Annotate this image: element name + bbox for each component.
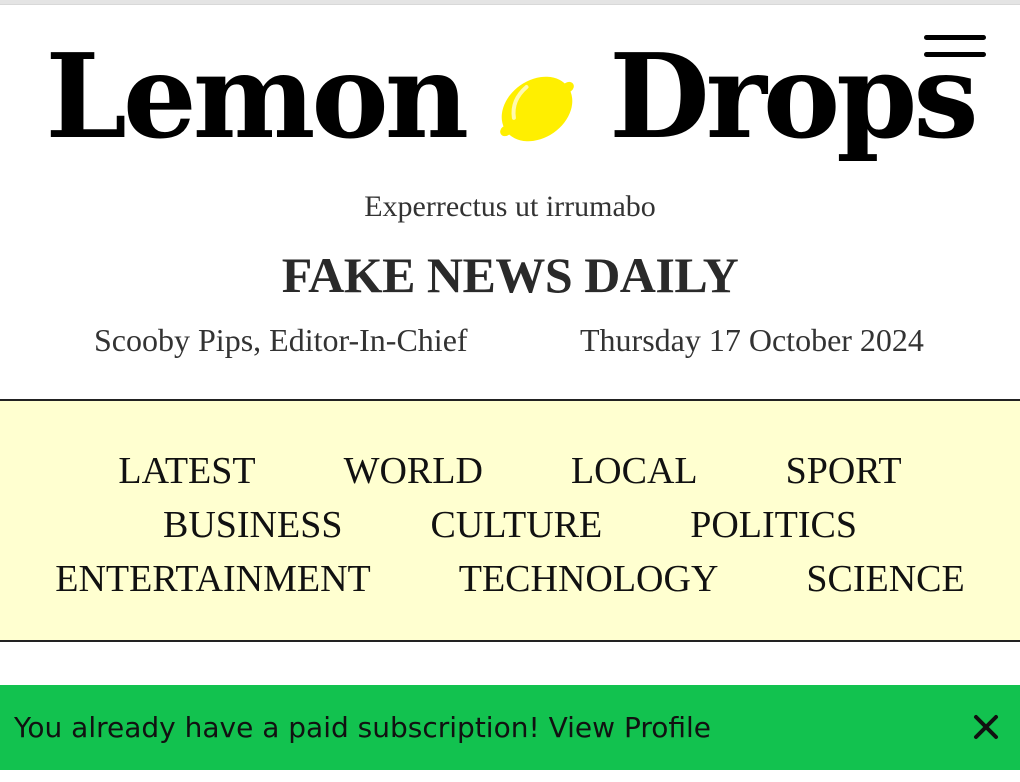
byline: Scooby Pips, Editor-In-Chief Thursday 17… (0, 322, 1020, 362)
nav-row: BUSINESS CULTURE POLITICS (0, 503, 1020, 547)
nav-item-entertainment[interactable]: ENTERTAINMENT (55, 557, 371, 601)
nav-item-technology[interactable]: TECHNOLOGY (459, 557, 719, 601)
brand-title-right: Drops (609, 29, 978, 165)
tagline: Experrectus ut irrumabo (364, 190, 656, 223)
nav-item-culture[interactable]: CULTURE (430, 503, 602, 547)
nav-item-local[interactable]: LOCAL (571, 449, 698, 493)
section-nav: LATEST WORLD LOCAL SPORT BUSINESS CULTUR… (0, 399, 1020, 642)
nav-row: ENTERTAINMENT TECHNOLOGY SCIENCE (0, 557, 1020, 601)
top-rule (0, 0, 1020, 5)
lemon-icon (491, 63, 583, 155)
publication-headline: FAKE NEWS DAILY (281, 247, 739, 303)
close-icon[interactable] (972, 713, 1000, 741)
editor-name: Scooby Pips, Editor-In-Chief (94, 322, 468, 358)
masthead: Lemon Drops (0, 22, 1020, 172)
nav-item-sport[interactable]: SPORT (786, 449, 902, 493)
menu-bar (924, 52, 986, 57)
banner-message-text: You already have a paid subscription! (14, 711, 540, 744)
brand-logo[interactable]: Lemon Drops (45, 29, 978, 165)
menu-bar (924, 35, 986, 40)
nav-item-politics[interactable]: POLITICS (690, 503, 857, 547)
nav-item-latest[interactable]: LATEST (118, 449, 255, 493)
page: Lemon Drops Experrectus ut irrumabo FAKE… (0, 0, 1020, 782)
brand-title-left: Lemon (45, 29, 469, 165)
nav-item-business[interactable]: BUSINESS (163, 503, 343, 547)
view-profile-link[interactable]: View Profile (549, 711, 711, 744)
nav-item-science[interactable]: SCIENCE (806, 557, 964, 601)
nav-item-world[interactable]: WORLD (344, 449, 483, 493)
banner-message: You already have a paid subscription! Vi… (14, 711, 711, 744)
hamburger-menu-icon[interactable] (924, 32, 986, 64)
publication-date: Thursday 17 October 2024 (580, 322, 924, 358)
nav-row: LATEST WORLD LOCAL SPORT (0, 449, 1020, 493)
subscription-banner: You already have a paid subscription! Vi… (0, 685, 1020, 770)
